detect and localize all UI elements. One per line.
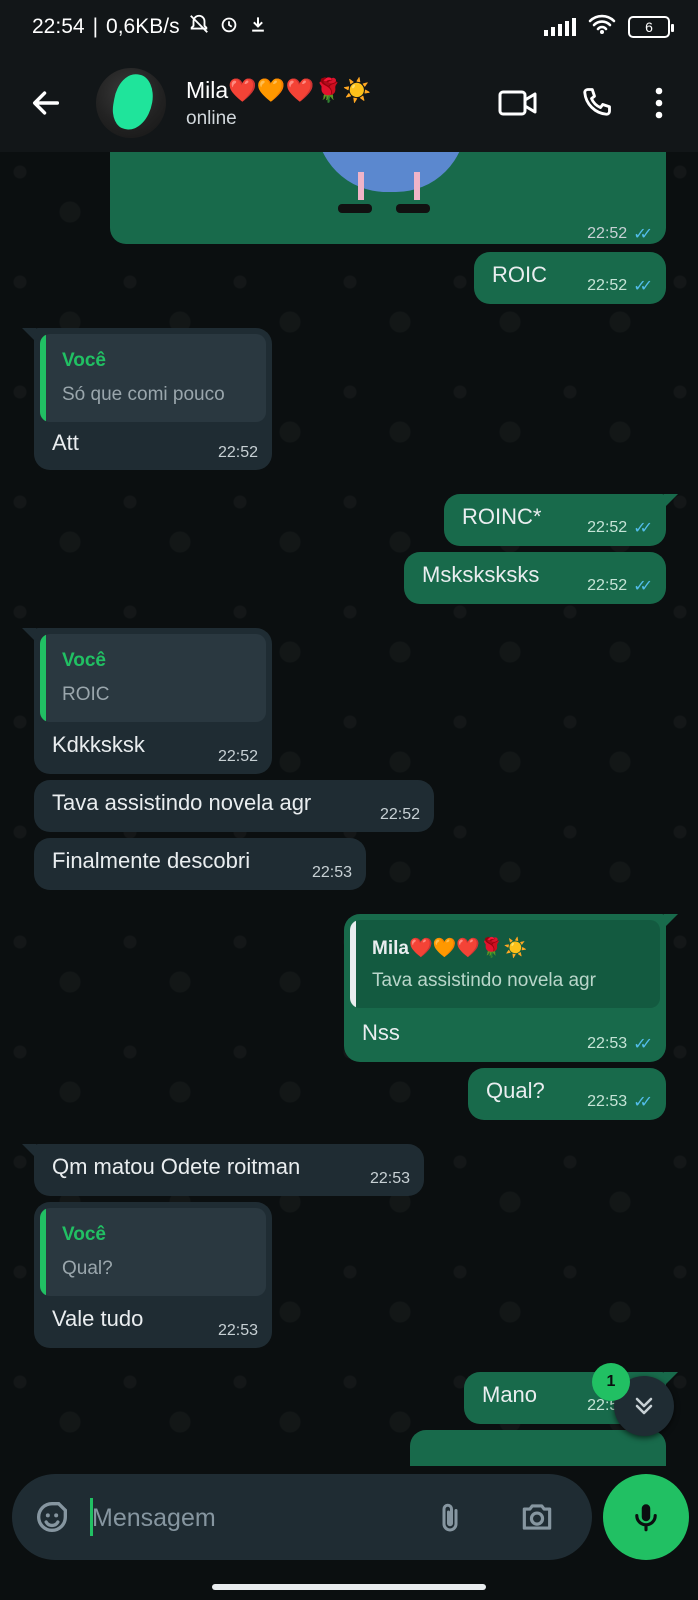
quote-author: Você: [62, 1224, 107, 1245]
message-text: Vale tudo: [52, 1306, 144, 1331]
message-bubble-out[interactable]: ROINC* 22:52 ✓✓: [444, 494, 678, 546]
video-camera-icon: [498, 90, 537, 116]
unread-count-badge: 1: [592, 1363, 630, 1401]
message-time: 22:52: [379, 806, 420, 823]
status-bar: 22:54 | 0,6KB/s 6: [0, 0, 698, 54]
sticker-image: [316, 152, 466, 192]
message-time: 22:52: [217, 748, 258, 765]
paperclip-icon: [442, 1503, 458, 1532]
signal-icon: [544, 18, 576, 36]
message-time: 22:52: [587, 519, 628, 536]
message-time: 22:52: [587, 277, 628, 294]
mute-icon: [188, 13, 210, 41]
message-bubble-out[interactable]: ROIC 22:52 ✓✓: [474, 252, 666, 304]
sticker-icon: [36, 1502, 67, 1532]
quote-text: Tava assistindo novela agr: [372, 970, 596, 991]
message-bubble-out[interactable]: Mila❤️🧡❤️🌹☀️ Tava assistindo novela agr …: [344, 914, 678, 1062]
message-bubble-out-partial[interactable]: [410, 1430, 666, 1466]
video-call-button[interactable]: [498, 88, 538, 118]
message-time: 22:52: [587, 225, 628, 242]
chat-header: Mila❤️🧡❤️🌹☀️ online: [0, 54, 698, 152]
contact-info[interactable]: Mila❤️🧡❤️🌹☀️ online: [186, 77, 371, 130]
read-ticks-icon: ✓✓: [633, 1094, 653, 1111]
quoted-message[interactable]: Mila❤️🧡❤️🌹☀️ Tava assistindo novela agr: [350, 920, 660, 1008]
quote-text: ROIC: [62, 684, 110, 705]
double-chevron-down-icon: [635, 1397, 653, 1415]
attach-button[interactable]: [432, 1498, 468, 1543]
message-time: 22:53: [311, 864, 352, 881]
quoted-message[interactable]: Você Qual?: [40, 1208, 266, 1296]
battery-level: 6: [645, 19, 653, 35]
status-net-speed: 0,6KB/s: [106, 15, 180, 38]
message-time: 22:53: [369, 1170, 410, 1187]
message-text: ROINC*: [462, 504, 542, 529]
voice-call-button[interactable]: [578, 85, 614, 121]
message-time: 22:53: [587, 1093, 628, 1110]
message-time: 22:53: [217, 1322, 258, 1339]
message-text: ROIC: [492, 262, 547, 287]
message-text: Qual?: [486, 1078, 545, 1103]
quote-author: Mila❤️🧡❤️🌹☀️: [372, 938, 528, 959]
message-text: Kdkksksk: [52, 732, 145, 757]
wifi-icon: [588, 13, 616, 41]
status-time: 22:54: [32, 15, 85, 38]
message-text: Tava assistindo novela agr: [52, 790, 312, 815]
sticker-button[interactable]: [32, 1497, 72, 1542]
message-time: 22:52: [587, 577, 628, 594]
read-ticks-icon: ✓✓: [633, 520, 653, 537]
quoted-message[interactable]: Você ROIC: [40, 634, 266, 722]
message-text: Nss: [362, 1020, 400, 1045]
status-divider: |: [92, 15, 99, 38]
contact-status: online: [186, 107, 237, 129]
back-button[interactable]: [22, 79, 70, 127]
message-input[interactable]: [92, 1501, 412, 1535]
quoted-message[interactable]: Você Só que comi pouco: [40, 334, 266, 422]
camera-button[interactable]: [517, 1498, 557, 1541]
message-list[interactable]: 22:52 ✓✓ ROIC 22:52 ✓✓ Você Só que comi p…: [0, 152, 698, 1466]
gesture-nav-bar[interactable]: [212, 1584, 486, 1590]
message-bubble-out[interactable]: Qual? 22:53 ✓✓: [468, 1068, 666, 1120]
read-ticks-icon: ✓✓: [633, 1036, 653, 1053]
message-bubble-in[interactable]: Tava assistindo novela agr 22:52: [34, 780, 434, 832]
more-options-button[interactable]: [654, 86, 664, 120]
voice-message-button[interactable]: [603, 1474, 689, 1560]
arrow-left-icon: [32, 91, 60, 115]
message-bubble-out[interactable]: Msksksksks 22:52 ✓✓: [404, 552, 666, 604]
contact-avatar[interactable]: [96, 68, 166, 138]
sticker-message[interactable]: 22:52 ✓✓: [110, 152, 666, 244]
quote-text: Só que comi pouco: [62, 384, 225, 405]
message-bubble-in[interactable]: Você ROIC Kdkksksk 22:52: [22, 628, 272, 774]
download-icon: [248, 14, 268, 40]
read-ticks-icon: ✓✓: [633, 578, 653, 595]
read-ticks-icon: ✓✓: [633, 278, 653, 295]
message-text: Msksksksks: [422, 562, 540, 587]
message-bubble-in[interactable]: Você Qual? Vale tudo 22:53: [34, 1202, 272, 1348]
quote-author: Você: [62, 350, 107, 371]
contact-name: Mila❤️🧡❤️🌹☀️: [186, 76, 372, 103]
battery-icon: 6: [628, 16, 674, 38]
message-bubble-in[interactable]: Você Só que comi pouco Att 22:52: [22, 328, 272, 470]
message-text: Att: [52, 430, 79, 455]
message-bubble-in[interactable]: Finalmente descobri 22:53: [34, 838, 366, 890]
message-text: Finalmente descobri: [52, 848, 251, 873]
quote-text: Qual?: [62, 1258, 113, 1279]
camera-icon: [522, 1504, 552, 1530]
kebab-menu-icon: [655, 87, 663, 119]
message-time: 22:53: [587, 1035, 628, 1052]
read-ticks-icon: ✓✓: [633, 226, 653, 243]
phone-icon: [583, 88, 611, 116]
alarm-icon: [218, 13, 240, 41]
message-time: 22:52: [217, 444, 258, 461]
quote-author: Você: [62, 650, 107, 671]
message-composer: [12, 1474, 592, 1560]
message-text: Qm matou Odete roitman: [52, 1154, 301, 1179]
message-bubble-in[interactable]: Qm matou Odete roitman 22:53: [22, 1144, 424, 1196]
microphone-icon: [635, 1504, 657, 1532]
message-text: Mano: [482, 1382, 538, 1407]
